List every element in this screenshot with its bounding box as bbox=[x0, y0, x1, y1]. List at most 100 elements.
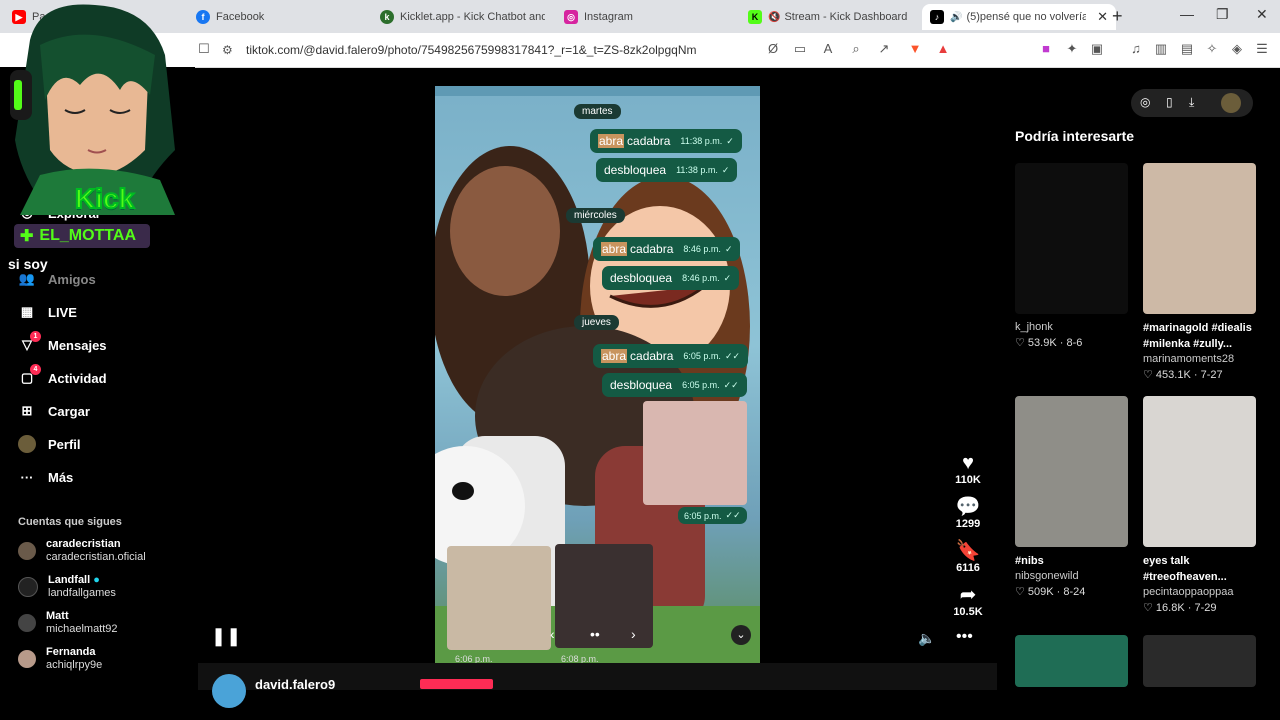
sidebar-item-live[interactable]: ▦ LIVE bbox=[18, 303, 77, 321]
following-name: Landfall ● bbox=[48, 574, 100, 586]
chat-day-label: martes bbox=[574, 104, 621, 119]
close-tab-icon[interactable]: ✕ bbox=[1097, 9, 1108, 25]
profile-icon bbox=[18, 435, 36, 453]
follow-button[interactable] bbox=[420, 679, 493, 689]
download-icon[interactable]: ⤓ bbox=[1189, 95, 1194, 110]
tab-instagram[interactable]: ◎ Instagram bbox=[564, 4, 734, 30]
recommend-card[interactable] bbox=[1143, 635, 1256, 687]
share-arrow-icon: ➦ bbox=[959, 584, 977, 606]
leo-icon[interactable]: ✧ bbox=[1204, 41, 1220, 57]
avatar[interactable] bbox=[212, 674, 246, 708]
sidebar-item-label: Perfil bbox=[48, 436, 81, 452]
new-tab-button[interactable]: + bbox=[1112, 6, 1123, 27]
minimize-icon[interactable]: — bbox=[1180, 6, 1194, 22]
chat-message: desbloquea 11:38 p.m. ✓ bbox=[596, 158, 738, 182]
like-button[interactable]: ♥ 110K bbox=[952, 452, 984, 486]
following-item[interactable]: caradecristian caradecristian.oficial bbox=[18, 538, 146, 564]
bookmark-icon: 🔖 bbox=[955, 540, 981, 562]
chevron-down-icon[interactable]: ⌄ bbox=[731, 625, 751, 645]
share-button[interactable]: ➦ 10.5K bbox=[952, 584, 984, 618]
pause-icon[interactable]: ❚❚ bbox=[211, 626, 241, 647]
sidebar-item-cargar[interactable]: ⊞ Cargar bbox=[18, 402, 90, 420]
music-icon[interactable]: ♫ bbox=[1128, 41, 1144, 57]
maximize-icon[interactable]: ❐ bbox=[1216, 6, 1229, 23]
extension-icon[interactable]: ■ bbox=[1038, 41, 1054, 57]
translate-icon[interactable]: A bbox=[820, 41, 836, 57]
kick-icon: K bbox=[748, 10, 762, 24]
recommend-title: Podría interesarte bbox=[1015, 128, 1135, 144]
recommend-card[interactable]: #marinagold #diealis #milenka #zully... … bbox=[1143, 163, 1256, 383]
chat-day-label: jueves bbox=[574, 315, 619, 330]
plus-icon: ✚ bbox=[20, 228, 34, 245]
extensions-puzzle-icon[interactable]: ✦ bbox=[1064, 41, 1080, 57]
next-photo-icon[interactable]: › bbox=[631, 626, 636, 642]
recommend-card[interactable]: eyes talk #treeofheaven... pecintaoppaop… bbox=[1143, 396, 1256, 616]
instagram-icon: ◎ bbox=[564, 10, 578, 24]
share-count: 10.5K bbox=[953, 606, 983, 618]
brave-rewards-icon[interactable]: ▲ bbox=[935, 41, 951, 57]
comment-button[interactable]: 💬 1299 bbox=[952, 496, 984, 530]
sidebar-item-mensajes[interactable]: ▽ 1 Mensajes bbox=[18, 331, 107, 354]
sidebar-item-perfil[interactable]: Perfil bbox=[18, 435, 81, 453]
comment-count: 1299 bbox=[955, 518, 981, 530]
more-icon: ··· bbox=[20, 469, 34, 485]
recommend-card[interactable] bbox=[1015, 635, 1128, 687]
image-time: 6:08 p.m. bbox=[561, 654, 599, 663]
more-options-icon[interactable]: ••• bbox=[956, 628, 973, 646]
top-controls: ◎ ▯ ⤓ bbox=[1131, 89, 1253, 117]
share-icon[interactable]: ↗ bbox=[876, 41, 892, 57]
recommend-card[interactable]: #nibs nibsgonewild ♡ 509K · 8-24 bbox=[1015, 396, 1128, 600]
prev-photo-icon[interactable]: ‹ bbox=[550, 626, 555, 642]
cast-icon[interactable]: ▭ bbox=[792, 41, 808, 57]
vpn-icon[interactable]: ◈ bbox=[1229, 41, 1245, 57]
save-button[interactable]: 🔖 6116 bbox=[952, 540, 984, 574]
notification-badge: 1 bbox=[30, 331, 41, 342]
close-window-icon[interactable]: ✕ bbox=[1256, 6, 1268, 23]
tab-facebook[interactable]: f Facebook bbox=[196, 4, 366, 30]
following-item[interactable]: Matt michaelmatt92 bbox=[18, 610, 118, 636]
sidebar-item-label: Más bbox=[48, 469, 74, 485]
image-time: 6:06 p.m. bbox=[455, 654, 493, 663]
chat-message: abra cadabra 8:46 p.m. ✓ bbox=[593, 237, 741, 261]
thumbnail bbox=[1143, 635, 1256, 687]
site-info-icon[interactable]: ⚙ bbox=[222, 43, 236, 57]
wallet-icon[interactable]: ▤ bbox=[1179, 41, 1195, 57]
tab-kick-dashboard[interactable]: K 🔇 Stream - Kick Dashboard bbox=[748, 4, 913, 30]
card-meta: ♡ 509K · 8-24 bbox=[1015, 586, 1086, 598]
volume-icon[interactable]: 🔈 bbox=[918, 630, 935, 647]
bookmark-icon[interactable]: ☐ bbox=[196, 41, 212, 57]
zoom-icon[interactable]: ⌕ bbox=[848, 41, 864, 57]
save-count: 6116 bbox=[956, 562, 980, 574]
sidebar-item-actividad[interactable]: ▢ 4 Actividad bbox=[18, 364, 107, 387]
tab-tiktok[interactable]: ♪ 🔊 (5)pensé que no volvería ✕ bbox=[922, 4, 1116, 30]
carousel-dots: •• bbox=[590, 626, 600, 642]
card-author: marinamoments28 bbox=[1143, 353, 1235, 365]
video-player[interactable]: martes abra cadabra 11:38 p.m. ✓ desbloquea… bbox=[435, 86, 760, 663]
sidebar-item-mas[interactable]: ··· Más bbox=[18, 468, 74, 486]
compass-icon[interactable]: ◎ bbox=[1140, 95, 1150, 109]
chat-message: abra cadabra 6:05 p.m. ✓✓ bbox=[593, 344, 749, 368]
reader-icon[interactable]: ▣ bbox=[1089, 41, 1105, 57]
recommend-card[interactable]: k_jhonk ♡ 53.9K · 8-6 bbox=[1015, 163, 1128, 351]
menu-icon[interactable]: ☰ bbox=[1254, 41, 1270, 57]
card-meta: ♡ 53.9K · 8-6 bbox=[1015, 337, 1083, 349]
following-name: caradecristian bbox=[46, 538, 121, 550]
brave-shield-icon[interactable]: ▼ bbox=[907, 41, 923, 57]
author-name[interactable]: david.falero9 bbox=[255, 677, 335, 692]
heart-icon: ♡ bbox=[1143, 369, 1156, 381]
phone-icon[interactable]: ▯ bbox=[1166, 95, 1173, 109]
thumbnail bbox=[1015, 163, 1128, 314]
avatar[interactable] bbox=[1221, 93, 1241, 113]
sidebar-icon[interactable]: ▥ bbox=[1153, 41, 1169, 57]
following-item[interactable]: Landfall ● landfallgames bbox=[18, 574, 116, 600]
tab-kicklet[interactable]: k Kicklet.app - Kick Chatbot and C bbox=[380, 4, 545, 30]
sidebar-item-amigos[interactable]: 👥 Amigos bbox=[18, 270, 96, 288]
thumbnail bbox=[1143, 163, 1256, 314]
browser-toolbar: ☐ ⚙ tiktok.com/@david.falero9/photo/7549… bbox=[0, 33, 1280, 68]
streamer-name-badge: ✚ EL_MOTTAA bbox=[14, 224, 150, 248]
following-handle: achiqlrpy9e bbox=[46, 659, 103, 671]
following-item[interactable]: Fernanda achiqlrpy9e bbox=[18, 646, 102, 672]
heart-icon: ♡ bbox=[1143, 602, 1156, 614]
facebook-icon: f bbox=[196, 10, 210, 24]
no-tracking-icon[interactable]: Ø bbox=[765, 41, 781, 57]
